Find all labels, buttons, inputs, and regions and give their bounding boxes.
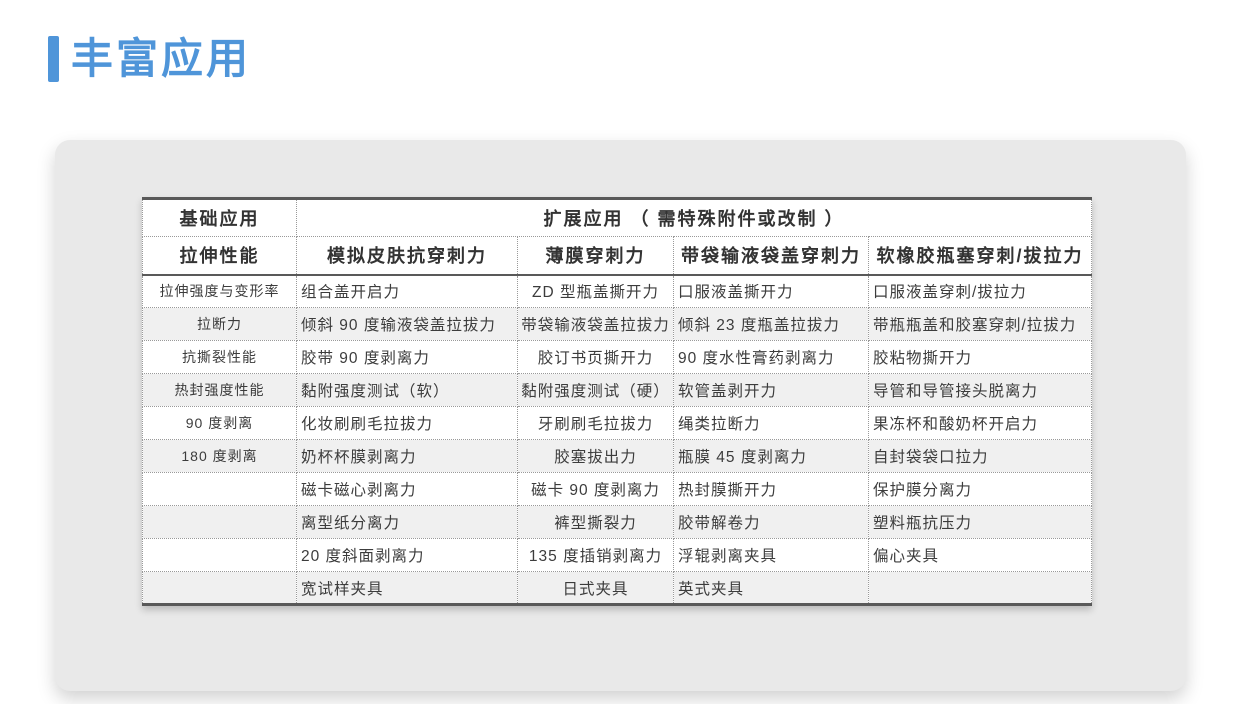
table-cell: 90 度水性膏药剥离力 [674, 341, 869, 374]
table-cell: 浮辊剥离夹具 [674, 539, 869, 572]
table-cell: ZD 型瓶盖撕开力 [518, 275, 674, 308]
table-cell: 组合盖开启力 [297, 275, 518, 308]
table-cell: 胶带 90 度剥离力 [297, 341, 518, 374]
table-cell: 胶塞拔出力 [518, 440, 674, 473]
table-cell: 黏附强度测试（软） [297, 374, 518, 407]
page-title: 丰富应用 [71, 36, 251, 82]
table-cell: 保护膜分离力 [869, 473, 1092, 506]
table-row: 离型纸分离力 裤型撕裂力 胶带解卷力 塑料瓶抗压力 [143, 506, 1092, 539]
row-header-cell: 180 度剥离 [143, 440, 297, 473]
table-row: 拉伸强度与变形率 组合盖开启力 ZD 型瓶盖撕开力 口服液盖撕开力 口服液盖穿刺… [143, 275, 1092, 308]
header-basic-applications: 基础应用 [143, 199, 297, 237]
table-row: 热封强度性能 黏附强度测试（软） 黏附强度测试（硬） 软管盖剥开力 导管和导管接… [143, 374, 1092, 407]
row-header-cell: 拉断力 [143, 308, 297, 341]
table-row: 20 度斜面剥离力 135 度插销剥离力 浮辊剥离夹具 偏心夹具 [143, 539, 1092, 572]
table-cell: 软管盖剥开力 [674, 374, 869, 407]
table-cell: 20 度斜面剥离力 [297, 539, 518, 572]
table-cell: 裤型撕裂力 [518, 506, 674, 539]
row-header-cell [143, 539, 297, 572]
table-cell: 绳类拉断力 [674, 407, 869, 440]
table-cell: 磁卡磁心剥离力 [297, 473, 518, 506]
table-cell: 胶带解卷力 [674, 506, 869, 539]
table-cell: 离型纸分离力 [297, 506, 518, 539]
table-cell: 带袋输液袋盖拉拔力 [518, 308, 674, 341]
table-cell: 奶杯杯膜剥离力 [297, 440, 518, 473]
row-header-cell [143, 473, 297, 506]
table-cell: 磁卡 90 度剥离力 [518, 473, 674, 506]
row-header-cell [143, 572, 297, 605]
table-header-row-2: 拉伸性能 模拟皮肤抗穿刺力 薄膜穿刺力 带袋输液袋盖穿刺力 软橡胶瓶塞穿刺/拔拉… [143, 237, 1092, 275]
row-header-cell: 抗撕裂性能 [143, 341, 297, 374]
table-cell: 塑料瓶抗压力 [869, 506, 1092, 539]
row-header-cell: 热封强度性能 [143, 374, 297, 407]
col-header-film-puncture: 薄膜穿刺力 [518, 237, 674, 275]
table-cell: 英式夹具 [674, 572, 869, 605]
table-cell: 化妆刷刷毛拉拔力 [297, 407, 518, 440]
col-header-bag-cap-puncture: 带袋输液袋盖穿刺力 [674, 237, 869, 275]
table-cell: 倾斜 90 度输液袋盖拉拔力 [297, 308, 518, 341]
table-header-row-1: 基础应用 扩展应用 （ 需特殊附件或改制 ） [143, 199, 1092, 237]
table-cell: 导管和导管接头脱离力 [869, 374, 1092, 407]
table-row: 180 度剥离 奶杯杯膜剥离力 胶塞拔出力 瓶膜 45 度剥离力 自封袋袋口拉力 [143, 440, 1092, 473]
table-row: 抗撕裂性能 胶带 90 度剥离力 胶订书页撕开力 90 度水性膏药剥离力 胶粘物… [143, 341, 1092, 374]
table-cell: 口服液盖穿刺/拔拉力 [869, 275, 1092, 308]
col-header-tensile-performance: 拉伸性能 [143, 237, 297, 275]
table-cell: 胶粘物撕开力 [869, 341, 1092, 374]
table-cell [869, 572, 1092, 605]
table-row: 90 度剥离 化妆刷刷毛拉拔力 牙刷刷毛拉拔力 绳类拉断力 果冻杯和酸奶杯开启力 [143, 407, 1092, 440]
table-cell: 牙刷刷毛拉拔力 [518, 407, 674, 440]
table-cell: 日式夹具 [518, 572, 674, 605]
table-row: 宽试样夹具 日式夹具 英式夹具 [143, 572, 1092, 605]
table-cell: 带瓶瓶盖和胶塞穿刺/拉拔力 [869, 308, 1092, 341]
table-cell: 热封膜撕开力 [674, 473, 869, 506]
table-cell: 口服液盖撕开力 [674, 275, 869, 308]
table-cell: 自封袋袋口拉力 [869, 440, 1092, 473]
row-header-cell: 拉伸强度与变形率 [143, 275, 297, 308]
title-accent-bar [48, 36, 59, 82]
table-cell: 偏心夹具 [869, 539, 1092, 572]
col-header-skin-puncture: 模拟皮肤抗穿刺力 [297, 237, 518, 275]
row-header-cell [143, 506, 297, 539]
applications-table: 基础应用 扩展应用 （ 需特殊附件或改制 ） 拉伸性能 模拟皮肤抗穿刺力 薄膜穿… [142, 197, 1092, 606]
table-cell: 胶订书页撕开力 [518, 341, 674, 374]
table-cell: 瓶膜 45 度剥离力 [674, 440, 869, 473]
page-header: 丰富应用 [48, 36, 251, 82]
row-header-cell: 90 度剥离 [143, 407, 297, 440]
table-cell: 135 度插销剥离力 [518, 539, 674, 572]
table-row: 磁卡磁心剥离力 磁卡 90 度剥离力 热封膜撕开力 保护膜分离力 [143, 473, 1092, 506]
col-header-rubber-stopper: 软橡胶瓶塞穿刺/拔拉力 [869, 237, 1092, 275]
table-cell: 果冻杯和酸奶杯开启力 [869, 407, 1092, 440]
header-extended-applications: 扩展应用 （ 需特殊附件或改制 ） [297, 199, 1092, 237]
table-row: 拉断力 倾斜 90 度输液袋盖拉拔力 带袋输液袋盖拉拔力 倾斜 23 度瓶盖拉拔… [143, 308, 1092, 341]
table-cell: 倾斜 23 度瓶盖拉拔力 [674, 308, 869, 341]
table-cell: 宽试样夹具 [297, 572, 518, 605]
table-cell: 黏附强度测试（硬） [518, 374, 674, 407]
